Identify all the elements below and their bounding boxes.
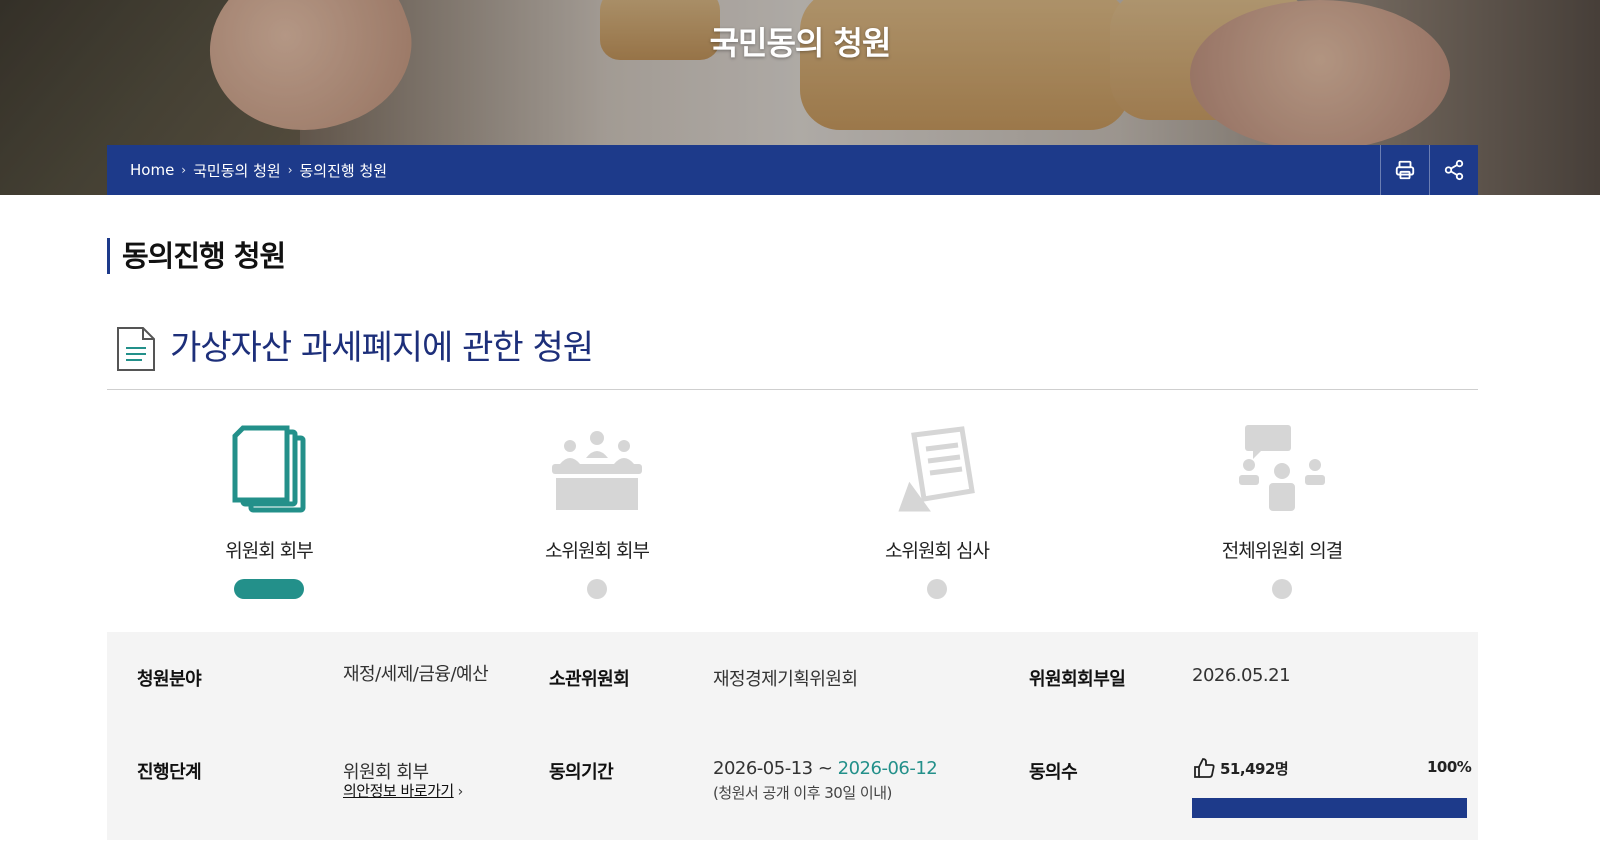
period-label: 동의기간 (549, 762, 614, 783)
step-label: 위원회 회부 (225, 540, 313, 562)
committee-value: 재정경제기획위원회 (713, 669, 858, 690)
print-button[interactable] (1380, 145, 1429, 195)
agree-progress-bar (1192, 798, 1467, 818)
field-value: 재정/세제/금융/예산 (343, 664, 489, 685)
agree-count-label: 동의수 (1029, 762, 1078, 783)
step-plenary-resolution: 전체위원회 의결 (1182, 420, 1382, 599)
period-separator: ~ (812, 758, 838, 779)
breadcrumb-bar: Home › 국민동의 청원 › 동의진행 청원 (107, 145, 1478, 195)
petition-header: 가상자산 과세폐지에 관한 청원 (107, 322, 1478, 390)
committee-label: 소관위원회 (549, 669, 630, 690)
referral-date-label: 위원회회부일 (1029, 669, 1126, 690)
step-label: 소위원회 회부 (545, 540, 650, 562)
chevron-right-icon: › (457, 784, 464, 800)
step-label: 소위원회 심사 (885, 540, 990, 562)
breadcrumb-current[interactable]: 동의진행 청원 (300, 160, 388, 181)
stage-label: 진행단계 (137, 762, 202, 783)
petition-info-table: 청원분야 재정/세제/금융/예산 소관위원회 재정경제기획위원회 위원회회부일 … (107, 632, 1478, 840)
period-end: 2026-06-12 (837, 758, 938, 779)
agree-percent: 100% (1427, 758, 1472, 776)
step-committee-referral: 위원회 회부 (169, 420, 369, 599)
breadcrumb: Home › 국민동의 청원 › 동의진행 청원 (107, 160, 1380, 181)
share-button[interactable] (1429, 145, 1478, 195)
step-label: 전체위원회 의결 (1221, 540, 1343, 562)
step-indicator (927, 579, 947, 599)
period-value: 2026-05-13 ~ 2026-06-12 (713, 758, 938, 779)
step-subcommittee-referral: 소위원회 회부 (497, 420, 697, 599)
documents-icon (232, 425, 306, 513)
meeting-icon (552, 431, 642, 510)
petition-title: 가상자산 과세폐지에 관한 청원 (170, 328, 594, 368)
period-start: 2026-05-13 (713, 758, 813, 779)
breadcrumb-petitions[interactable]: 국민동의 청원 (193, 160, 281, 181)
review-document-icon (898, 426, 975, 512)
hero-title: 국민동의 청원 (709, 24, 892, 62)
period-note: (청원서 공개 이후 30일 이내) (713, 784, 892, 802)
discussion-icon (1239, 425, 1325, 511)
field-label: 청원분야 (137, 669, 202, 690)
share-icon (1444, 159, 1464, 181)
bill-info-link-text[interactable]: 의안정보 바로가기 (343, 782, 454, 800)
thumbs-up-icon (1194, 758, 1215, 778)
bill-info-link[interactable]: 의안정보 바로가기 › (343, 780, 463, 801)
agree-count-value: 51,492명 (1220, 759, 1289, 778)
section-title: 동의진행 청원 (107, 238, 286, 274)
step-indicator (587, 579, 607, 599)
printer-icon (1395, 160, 1415, 180)
chevron-right-icon: › (287, 163, 293, 177)
document-icon (117, 327, 155, 371)
progress-steps: 위원회 회부 소위원회 회부 소위원회 심사 전체위원회 의결 (107, 420, 1478, 610)
step-indicator (1272, 579, 1292, 599)
agree-count: 51,492명 (1192, 756, 1289, 780)
chevron-right-icon: › (181, 163, 187, 177)
referral-date-value: 2026.05.21 (1192, 665, 1291, 686)
step-indicator-active (234, 579, 304, 599)
step-subcommittee-review: 소위원회 심사 (837, 420, 1037, 599)
breadcrumb-home[interactable]: Home (130, 161, 174, 179)
